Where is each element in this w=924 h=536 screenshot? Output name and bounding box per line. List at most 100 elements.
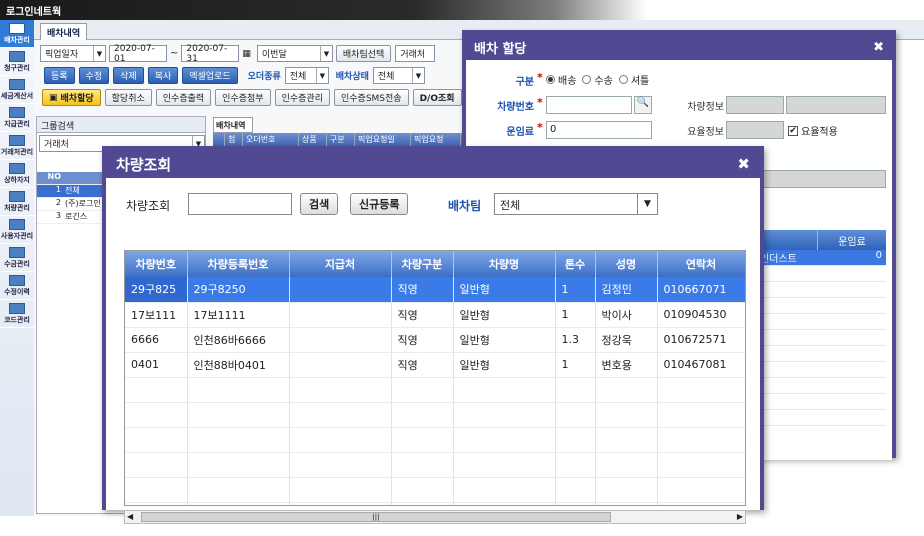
date-to-input[interactable]: 2020-07-31 bbox=[181, 44, 240, 64]
date-from-input[interactable]: 2020-07-01 bbox=[109, 44, 167, 64]
table-row bbox=[125, 452, 745, 478]
nav-payment[interactable]: 지급관리 bbox=[0, 104, 34, 132]
do-lookup-button[interactable]: D/O조회 bbox=[412, 89, 462, 106]
table-cell bbox=[289, 327, 392, 353]
table-cell bbox=[555, 477, 596, 503]
receipt-attach-button[interactable]: 인수증첨부 bbox=[215, 89, 271, 106]
customer-input[interactable]: 거래처 bbox=[395, 45, 436, 62]
table-cell bbox=[595, 502, 658, 505]
receipt-sms-button[interactable]: 인수증SMS전송 bbox=[333, 89, 409, 106]
nav-loading[interactable]: 상하차지 bbox=[0, 160, 34, 188]
table-cell: 1 bbox=[555, 302, 596, 328]
radio-shuttle[interactable]: 셔틀 bbox=[618, 72, 649, 87]
table-cell bbox=[187, 377, 290, 403]
table-cell bbox=[125, 377, 188, 403]
status-select[interactable]: 전체 ▼ bbox=[372, 67, 425, 84]
date-separator: ~ bbox=[170, 48, 179, 59]
table-cell: 1.3 bbox=[555, 327, 596, 353]
table-cell: 1 bbox=[555, 277, 596, 303]
vehicle-info-field bbox=[726, 96, 784, 114]
edit-button[interactable]: 수정 bbox=[78, 67, 110, 84]
column-header[interactable]: 성명 bbox=[595, 251, 658, 277]
receipt-print-button[interactable]: 인수증출력 bbox=[155, 89, 212, 106]
table-row bbox=[758, 346, 886, 362]
truck-icon bbox=[9, 22, 25, 34]
nav-collection[interactable]: 수금관리 bbox=[0, 244, 34, 272]
nav-customer[interactable]: 거래처관리 bbox=[0, 132, 34, 160]
column-header[interactable]: 연락처 bbox=[657, 251, 745, 277]
table-cell bbox=[555, 502, 596, 505]
radio-delivery[interactable]: 배송 bbox=[546, 72, 576, 87]
scroll-left-icon[interactable]: ◀ bbox=[127, 512, 133, 521]
column-header[interactable]: 차량등록번호 bbox=[187, 251, 290, 277]
chevron-down-icon: ▼ bbox=[93, 46, 105, 61]
radio-transport[interactable]: 수송 bbox=[582, 72, 613, 87]
search-icon[interactable]: 🔍 bbox=[634, 96, 652, 114]
table-row bbox=[758, 282, 886, 298]
table-row[interactable]: 29구825 29구8250 직영 일반형 1 김정민 010667071 bbox=[125, 277, 745, 303]
column-header[interactable]: 톤수 bbox=[555, 251, 596, 277]
column-header[interactable]: 차량번호 bbox=[125, 251, 188, 277]
nav-vehicle[interactable]: 처량관리 bbox=[0, 188, 34, 216]
horizontal-scrollbar[interactable]: ◀ ||| ▶ bbox=[124, 510, 746, 524]
tab-inner-dispatch[interactable]: 배차내역 bbox=[213, 117, 253, 133]
vehicle-search-input[interactable] bbox=[188, 193, 292, 215]
table-row[interactable]: 17보111 17보1111 직영 일반형 1 박이사 010904530 bbox=[125, 302, 745, 328]
close-icon[interactable]: ✖ bbox=[737, 155, 750, 173]
new-register-button[interactable]: 신규등록 bbox=[350, 193, 409, 215]
table-cell bbox=[289, 452, 392, 478]
receipt-manage-button[interactable]: 인수증관리 bbox=[274, 89, 330, 106]
vehicle-grid: 차량번호 차량등록번호 지급처 차량구분 차량명 톤수 성명 연락처 29구825 29구825… bbox=[124, 250, 746, 506]
history-icon bbox=[9, 274, 25, 286]
nav-tax[interactable]: 세금계산서 bbox=[0, 76, 34, 104]
vehicle-no-input[interactable] bbox=[546, 96, 632, 114]
excel-upload-button[interactable]: 엑셀업로드 bbox=[182, 67, 238, 84]
nav-billing[interactable]: 청구관리 bbox=[0, 48, 34, 76]
search-button[interactable]: 검색 bbox=[300, 193, 339, 215]
order-type-select[interactable]: 전체 ▼ bbox=[284, 67, 329, 84]
cancel-assign-button[interactable]: 할당취소 bbox=[104, 89, 152, 106]
column-header[interactable]: 차량구분 bbox=[391, 251, 454, 277]
table-cell: 010667071 bbox=[657, 277, 745, 303]
calendar-icon[interactable]: ▦ bbox=[242, 49, 251, 59]
table-row[interactable]: 인더스트 0 bbox=[758, 250, 886, 266]
column-header[interactable]: 차량명 bbox=[453, 251, 556, 277]
table-cell bbox=[453, 452, 556, 478]
table-row bbox=[758, 314, 886, 330]
nav-user[interactable]: 사용자관리 bbox=[0, 216, 34, 244]
fare-input[interactable]: 0 bbox=[546, 121, 652, 139]
rate-info-field bbox=[726, 121, 784, 139]
table-cell bbox=[391, 377, 454, 403]
table-cell bbox=[595, 477, 658, 503]
table-cell bbox=[453, 477, 556, 503]
table-cell bbox=[391, 452, 454, 478]
nav-dispatch[interactable]: 배차관리 bbox=[0, 20, 34, 48]
assign-dispatch-button[interactable]: ▣ 배차할당 bbox=[42, 89, 101, 106]
column-header[interactable]: 지급처 bbox=[289, 251, 392, 277]
date-type-select[interactable]: 픽업일자 ▼ bbox=[40, 45, 106, 62]
table-row bbox=[125, 402, 745, 428]
table-cell: 직영 bbox=[391, 352, 454, 378]
close-icon[interactable]: ✖ bbox=[873, 40, 884, 55]
team-select-button[interactable]: 배차팀선택 bbox=[335, 45, 392, 62]
table-cell bbox=[289, 402, 392, 428]
table-cell bbox=[555, 452, 596, 478]
nav-code[interactable]: 코드관리 bbox=[0, 300, 34, 328]
table-row[interactable]: 6666 인천86바6666 직영 일반형 1.3 정강욱 010672571 bbox=[125, 327, 745, 353]
tab-dispatch-list[interactable]: 배차내역 bbox=[40, 23, 88, 40]
delete-button[interactable]: 삭제 bbox=[113, 67, 144, 84]
copy-button[interactable]: 복사 bbox=[147, 67, 179, 84]
table-cell bbox=[453, 502, 556, 505]
vehicle-table: 차량번호 차량등록번호 지급처 차량구분 차량명 톤수 성명 연락처 29구825 29구825… bbox=[125, 251, 745, 505]
scroll-thumb[interactable]: ||| bbox=[141, 512, 611, 522]
scroll-right-icon[interactable]: ▶ bbox=[737, 512, 743, 521]
register-button[interactable]: 등록 bbox=[44, 67, 75, 84]
period-select[interactable]: 이번달 ▼ bbox=[256, 45, 333, 62]
team-select[interactable]: 전체 ▼ bbox=[494, 193, 658, 215]
table-row[interactable]: 0401 인천88바0401 직영 일반형 1 변호용 010467081 bbox=[125, 352, 745, 378]
table-cell bbox=[289, 427, 392, 453]
nav-history[interactable]: 수정이력 bbox=[0, 272, 34, 300]
rate-apply-checkbox[interactable]: ✔ 요율적용 bbox=[788, 123, 838, 138]
table-row bbox=[758, 330, 886, 346]
table-header-row: 차량번호 차량등록번호 지급처 차량구분 차량명 톤수 성명 연락처 bbox=[125, 251, 745, 277]
